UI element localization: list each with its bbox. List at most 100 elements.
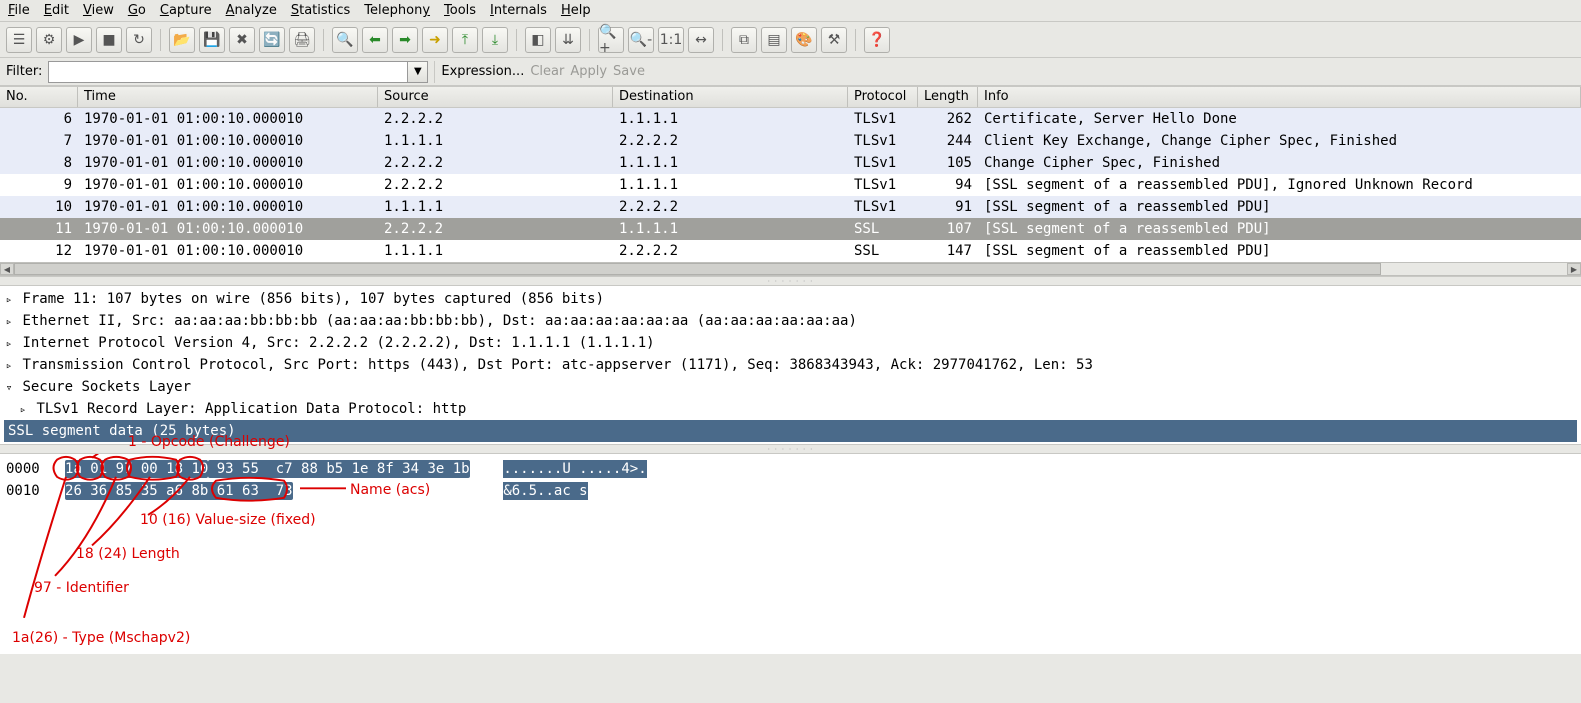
tb-save-file-icon[interactable]: 💾 bbox=[199, 27, 225, 53]
packet-cell-no: 6 bbox=[0, 111, 78, 127]
packet-cell-no: 8 bbox=[0, 155, 78, 171]
packet-row[interactable]: 61970-01-01 01:00:10.0000102.2.2.21.1.1.… bbox=[0, 108, 1581, 130]
tb-capture-options-icon[interactable]: ⚙ bbox=[36, 27, 62, 53]
detail-tls-record[interactable]: TLSv1 Record Layer: Application Data Pro… bbox=[4, 398, 1577, 420]
packet-cell-length: 262 bbox=[918, 111, 978, 127]
tb-go-first-icon[interactable]: ⤒ bbox=[452, 27, 478, 53]
tb-zoom-reset-icon[interactable]: 1:1 bbox=[658, 27, 684, 53]
menu-file[interactable]: File bbox=[6, 3, 32, 18]
packet-cell-destination: 2.2.2.2 bbox=[613, 133, 848, 149]
expander-icon[interactable] bbox=[4, 288, 14, 311]
filter-apply-button[interactable]: Apply bbox=[570, 64, 607, 79]
scroll-track[interactable] bbox=[14, 263, 1567, 275]
menu-edit[interactable]: Edit bbox=[42, 3, 71, 18]
filter-dropdown-icon[interactable]: ▼ bbox=[407, 62, 427, 82]
packet-row[interactable]: 81970-01-01 01:00:10.0000102.2.2.21.1.1.… bbox=[0, 152, 1581, 174]
filter-label: Filter: bbox=[6, 64, 42, 79]
filter-expression-button[interactable]: Expression... bbox=[441, 64, 524, 79]
hex-line-1[interactable]: 0010 26 36 85 35 a6 8b 61 63 73 &6.5..ac… bbox=[6, 480, 1575, 502]
detail-frame[interactable]: Frame 11: 107 bytes on wire (856 bits), … bbox=[4, 288, 1577, 310]
tb-go-forward-icon[interactable]: ➡ bbox=[392, 27, 418, 53]
tb-help-icon[interactable]: ❓ bbox=[864, 27, 890, 53]
hex-line-0[interactable]: 0000 1a 01 97 00 18 10 93 55 c7 88 b5 1e… bbox=[6, 458, 1575, 480]
tb-go-last-icon[interactable]: ⤓ bbox=[482, 27, 508, 53]
menu-statistics[interactable]: Statistics bbox=[289, 3, 352, 18]
filter-input[interactable] bbox=[49, 62, 407, 82]
expander-icon[interactable] bbox=[18, 398, 28, 421]
tb-go-to-packet-icon[interactable]: ➜ bbox=[422, 27, 448, 53]
packet-cell-no: 12 bbox=[0, 243, 78, 259]
packet-cell-time: 1970-01-01 01:00:10.000010 bbox=[78, 177, 378, 193]
tb-stop-capture-icon[interactable]: ■ bbox=[96, 27, 122, 53]
packet-row[interactable]: 111970-01-01 01:00:10.0000102.2.2.21.1.1… bbox=[0, 218, 1581, 240]
menu-tools[interactable]: Tools bbox=[442, 3, 478, 18]
col-header-time[interactable]: Time bbox=[78, 87, 378, 107]
detail-ssl-segment-selected[interactable]: SSL segment data (25 bytes) bbox=[4, 420, 1577, 442]
filter-save-button[interactable]: Save bbox=[613, 64, 645, 79]
pane-sash-2[interactable]: · · · · · · · bbox=[0, 444, 1581, 454]
menu-internals[interactable]: Internals bbox=[488, 3, 549, 18]
packet-cell-length: 244 bbox=[918, 133, 978, 149]
menu-telephony[interactable]: Telephony bbox=[362, 3, 432, 18]
tb-coloring-rules-icon[interactable]: 🎨 bbox=[791, 27, 817, 53]
tb-auto-scroll-icon[interactable]: ⇊ bbox=[555, 27, 581, 53]
menu-help[interactable]: Help bbox=[559, 3, 593, 18]
expander-icon[interactable] bbox=[4, 332, 14, 355]
tb-find-icon[interactable]: 🔍 bbox=[332, 27, 358, 53]
col-header-destination[interactable]: Destination bbox=[613, 87, 848, 107]
expander-icon[interactable] bbox=[4, 354, 14, 377]
menu-capture[interactable]: Capture bbox=[158, 3, 214, 18]
tb-go-back-icon[interactable]: ⬅ bbox=[362, 27, 388, 53]
packet-cell-time: 1970-01-01 01:00:10.000010 bbox=[78, 199, 378, 215]
scroll-left-icon[interactable]: ◀ bbox=[0, 263, 14, 275]
menu-go[interactable]: Go bbox=[126, 3, 148, 18]
filter-clear-button[interactable]: Clear bbox=[530, 64, 564, 79]
packet-cell-length: 105 bbox=[918, 155, 978, 171]
packet-cell-no: 9 bbox=[0, 177, 78, 193]
packet-bytes[interactable]: 0000 1a 01 97 00 18 10 93 55 c7 88 b5 1e… bbox=[0, 454, 1581, 654]
packet-row[interactable]: 101970-01-01 01:00:10.0000101.1.1.12.2.2… bbox=[0, 196, 1581, 218]
tb-zoom-out-icon[interactable]: 🔍- bbox=[628, 27, 654, 53]
tb-reload-icon[interactable]: 🔄 bbox=[259, 27, 285, 53]
tb-zoom-in-icon[interactable]: 🔍+ bbox=[598, 27, 624, 53]
tb-close-file-icon[interactable]: ✖ bbox=[229, 27, 255, 53]
col-header-source[interactable]: Source bbox=[378, 87, 613, 107]
scroll-thumb[interactable] bbox=[14, 263, 1381, 275]
packet-row[interactable]: 71970-01-01 01:00:10.0000101.1.1.12.2.2.… bbox=[0, 130, 1581, 152]
tb-restart-capture-icon[interactable]: ↻ bbox=[126, 27, 152, 53]
packet-row[interactable]: 121970-01-01 01:00:10.0000101.1.1.12.2.2… bbox=[0, 240, 1581, 262]
tb-print-icon[interactable]: 🖨 bbox=[289, 27, 315, 53]
packet-list-hscrollbar[interactable]: ◀ ▶ bbox=[0, 262, 1581, 276]
tb-preferences-icon[interactable]: ⚒ bbox=[821, 27, 847, 53]
menu-analyze[interactable]: Analyze bbox=[224, 3, 279, 18]
pane-sash-1[interactable]: · · · · · · · bbox=[0, 276, 1581, 286]
tb-capture-filters-icon[interactable]: ⧉ bbox=[731, 27, 757, 53]
col-header-protocol[interactable]: Protocol bbox=[848, 87, 918, 107]
menu-view[interactable]: View bbox=[81, 3, 116, 18]
tb-display-filters-icon[interactable]: ▤ bbox=[761, 27, 787, 53]
expander-icon[interactable] bbox=[4, 310, 14, 333]
tb-start-capture-icon[interactable]: ▶ bbox=[66, 27, 92, 53]
col-header-no[interactable]: No. bbox=[0, 87, 78, 107]
filter-combo[interactable]: ▼ bbox=[48, 61, 428, 83]
tb-list-interfaces-icon[interactable]: ☰ bbox=[6, 27, 32, 53]
tb-open-file-icon[interactable]: 📂 bbox=[169, 27, 195, 53]
scroll-right-icon[interactable]: ▶ bbox=[1567, 263, 1581, 275]
packet-list-body[interactable]: 61970-01-01 01:00:10.0000102.2.2.21.1.1.… bbox=[0, 108, 1581, 262]
col-header-length[interactable]: Length bbox=[918, 87, 978, 107]
packet-details[interactable]: Frame 11: 107 bytes on wire (856 bits), … bbox=[0, 286, 1581, 444]
packet-cell-info: Change Cipher Spec, Finished bbox=[978, 155, 1581, 171]
packet-row[interactable]: 91970-01-01 01:00:10.0000102.2.2.21.1.1.… bbox=[0, 174, 1581, 196]
packet-cell-info: Certificate, Server Hello Done bbox=[978, 111, 1581, 127]
expander-icon[interactable] bbox=[4, 376, 14, 399]
col-header-info[interactable]: Info bbox=[978, 87, 1581, 107]
detail-ssl[interactable]: Secure Sockets Layer bbox=[4, 376, 1577, 398]
packet-cell-source: 2.2.2.2 bbox=[378, 221, 613, 237]
detail-ethernet[interactable]: Ethernet II, Src: aa:aa:aa:bb:bb:bb (aa:… bbox=[4, 310, 1577, 332]
tb-resize-cols-icon[interactable]: ↔ bbox=[688, 27, 714, 53]
detail-ip[interactable]: Internet Protocol Version 4, Src: 2.2.2.… bbox=[4, 332, 1577, 354]
packet-cell-length: 147 bbox=[918, 243, 978, 259]
detail-tcp[interactable]: Transmission Control Protocol, Src Port:… bbox=[4, 354, 1577, 376]
hex-ascii: &6.5..ac s bbox=[503, 482, 587, 500]
tb-colorize-icon[interactable]: ◧ bbox=[525, 27, 551, 53]
